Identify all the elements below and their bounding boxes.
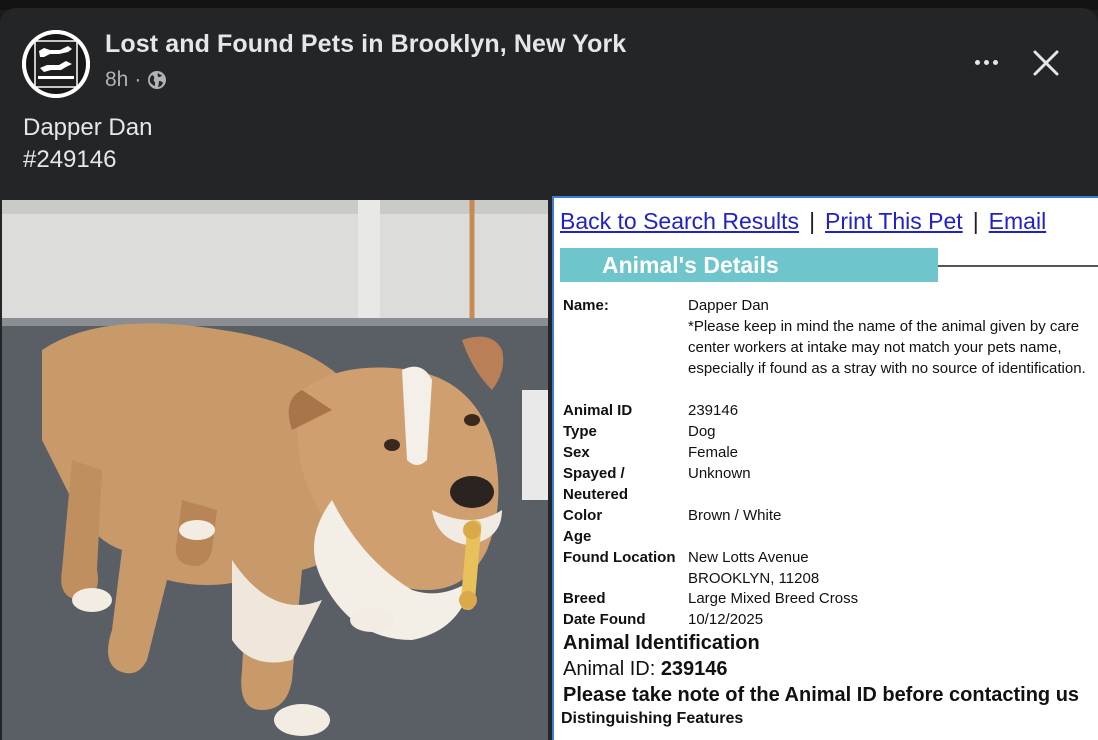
date-found-label: Date Found (563, 611, 646, 628)
distinguishing-features-heading: Distinguishing Features (561, 710, 744, 727)
dog-photo[interactable] (2, 200, 548, 740)
more-icon-dot (983, 59, 989, 65)
details-banner: Animal's Details (560, 248, 938, 282)
dog-photo-image (2, 200, 548, 740)
post-header: Lost and Found Pets in Brooklyn, New Yor… (0, 8, 1098, 108)
page-name-link[interactable]: Lost and Found Pets in Brooklyn, New Yor… (105, 30, 626, 59)
print-pet-link[interactable]: Print This Pet (825, 208, 963, 234)
details-nav: Back to Search Results | Print This Pet | Em… (560, 208, 1046, 235)
post-meta: 8h · (105, 68, 167, 92)
date-found-value: 10/12/2025 (688, 611, 764, 628)
more-icon-dot (974, 59, 980, 65)
breed-label: Breed (563, 590, 606, 607)
post-card: Lost and Found Pets in Brooklyn, New Yor… (0, 8, 1098, 740)
banner-rule (938, 265, 1098, 267)
type-value: Dog (688, 423, 716, 440)
caption-line-name: Dapper Dan (23, 114, 153, 141)
location-value-street: New Lotts Avenue (688, 549, 809, 566)
post-time[interactable]: 8h (105, 68, 128, 92)
color-value: Brown / White (688, 507, 782, 524)
id-note-line: Please take note of the Animal ID before… (563, 684, 1080, 706)
spayed-label-line1: Spayed / (563, 465, 625, 482)
page-avatar[interactable] (22, 30, 90, 98)
nav-divider: | (972, 208, 979, 234)
color-label: Color (563, 507, 603, 524)
caption-line-id: #249146 (23, 146, 117, 173)
back-to-search-link[interactable]: Back to Search Results (560, 208, 799, 234)
animal-details-screenshot: Back to Search Results | Print This Pet | Em… (552, 196, 1098, 740)
animal-id-label: Animal ID (563, 402, 633, 419)
page-logo-icon (22, 30, 90, 98)
post-caption: Dapper Dan #249146 (23, 112, 152, 176)
breed-value: Large Mixed Breed Cross (688, 590, 859, 607)
sex-label: Sex (563, 444, 590, 461)
name-value: Dapper Dan (688, 297, 769, 314)
animal-id-value: 239146 (688, 402, 739, 419)
close-button[interactable] (1024, 41, 1068, 85)
name-note: *Please keep in mind the name of the ani… (688, 318, 1086, 377)
sex-value: Female (688, 444, 739, 461)
more-icon-dot (992, 59, 998, 65)
location-label: Found Location (563, 549, 676, 566)
identification-id-line: Animal ID: 239146 (563, 658, 728, 681)
identification-id-value: 239146 (660, 658, 728, 680)
location-value-city: BROOKLYN, 11208 (688, 570, 820, 587)
name-label: Name: (563, 297, 609, 314)
spayed-label-line2: Neutered (563, 486, 629, 503)
identification-id-label: Animal ID: (563, 658, 656, 680)
email-link[interactable]: Email (989, 208, 1047, 234)
age-label: Age (563, 528, 592, 545)
spayed-value: Unknown (688, 465, 751, 482)
nav-divider: | (809, 208, 816, 234)
more-options-button[interactable] (964, 48, 1008, 76)
meta-separator: · (134, 68, 142, 91)
close-icon (1033, 50, 1059, 76)
identification-heading: Animal Identification (563, 632, 760, 654)
globe-icon[interactable] (147, 70, 167, 90)
type-label: Type (563, 423, 597, 440)
